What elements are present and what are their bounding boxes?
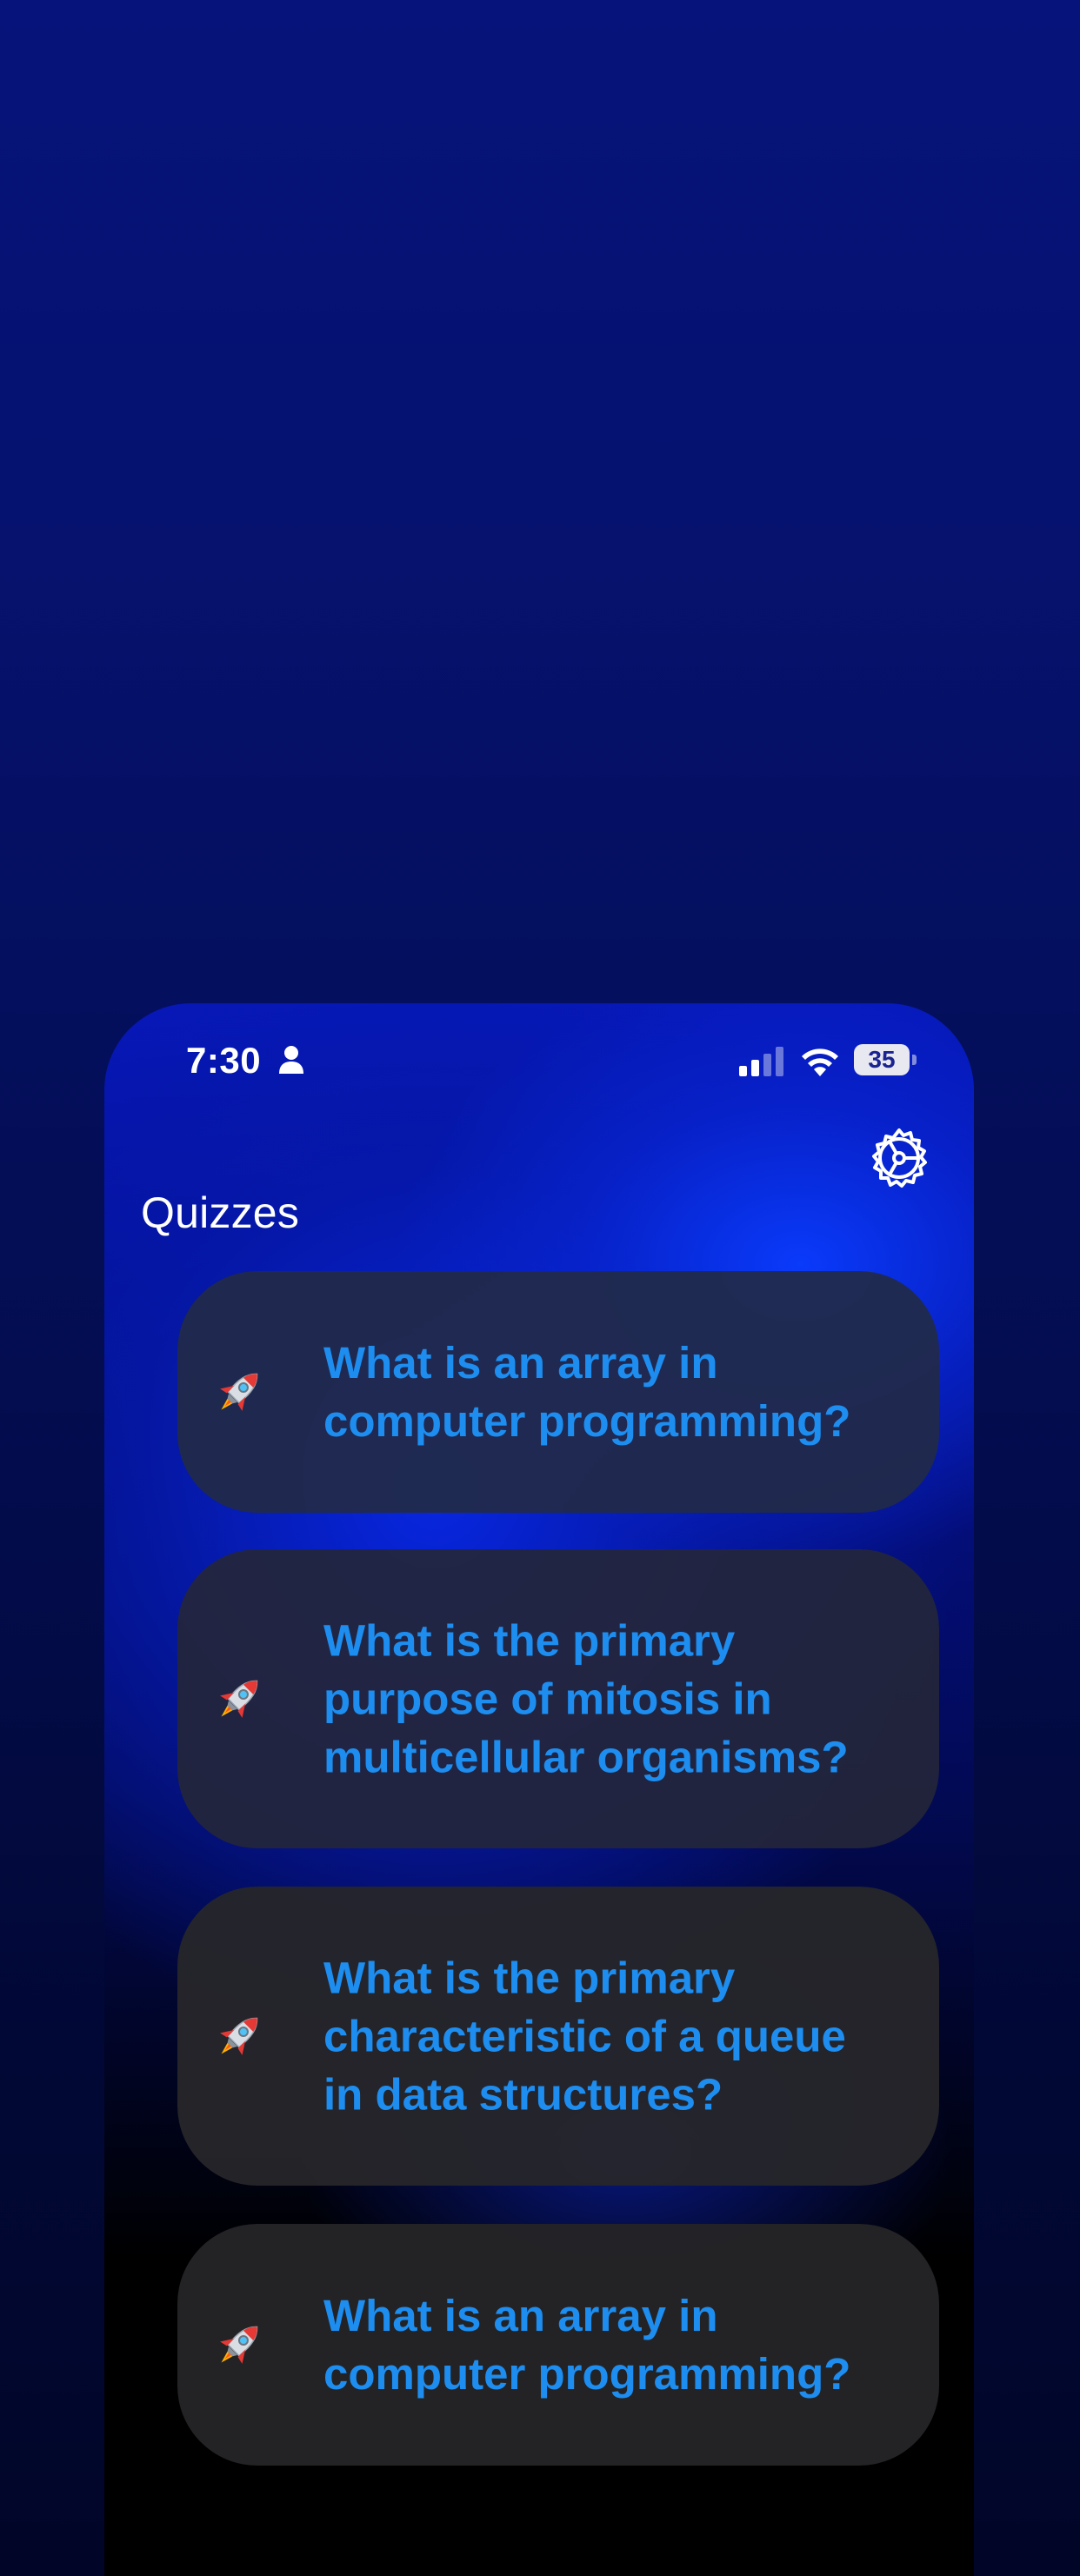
status-time: 7:30 [186,1040,262,1081]
gear-icon[interactable] [866,1125,932,1191]
rocket-icon [220,2017,258,2055]
quiz-question: What is an array in computer programming… [323,1338,851,1446]
quiz-card[interactable]: What is the primary purpose of mitosis i… [177,1549,939,1848]
page-title: Quizzes [141,1188,300,1237]
battery-level: 35 [854,1044,910,1075]
quiz-card[interactable]: What is an array in computer programming… [177,1271,939,1513]
status-bar: 7:30 35 [104,1003,974,1099]
quiz-card[interactable]: What is the primary characteristic of a … [177,1887,939,2186]
quiz-question: What is an array in computer programming… [323,2291,851,2399]
rocket-icon [220,1373,258,1411]
wifi-icon [802,1048,838,1076]
quiz-question: What is the primary purpose of mitosis i… [323,1615,849,1782]
phone-screen: 7:30 35 Quizzes What is an array in comp… [104,1003,974,2576]
signal-icon [739,1047,783,1076]
rocket-icon [220,2326,258,2364]
person-icon [279,1046,303,1074]
battery-cap [912,1055,917,1065]
rocket-icon [220,1680,258,1718]
battery-icon: 35 [854,1044,918,1075]
quiz-question: What is the primary characteristic of a … [323,1953,846,2120]
quiz-card[interactable]: What is an array in computer programming… [177,2224,939,2466]
